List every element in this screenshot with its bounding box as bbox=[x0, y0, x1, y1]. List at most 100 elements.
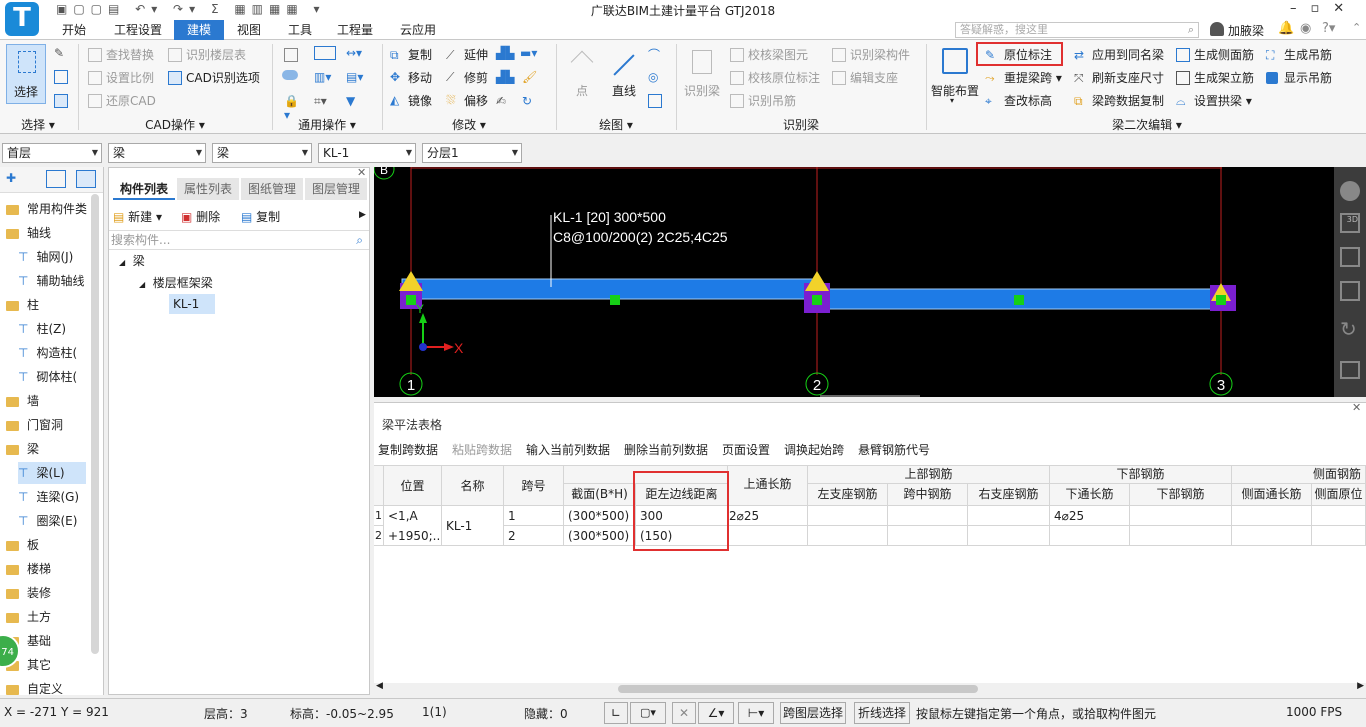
align-tool-icon[interactable]: ▬▾ bbox=[520, 46, 544, 60]
show-hanger-checkbox[interactable] bbox=[1266, 72, 1278, 84]
nav-item[interactable]: ⊤ 辅助轴线 bbox=[18, 270, 86, 292]
copy-button[interactable]: 复制 bbox=[408, 47, 432, 63]
tab-drawing-mgmt[interactable]: 图纸管理 bbox=[241, 178, 303, 200]
break-icon[interactable]: ▟▙ bbox=[496, 46, 514, 60]
delete-button[interactable]: ▣ 删除 bbox=[181, 208, 220, 225]
check-annotation-button[interactable]: 校核原位标注 bbox=[748, 70, 820, 86]
nav-item[interactable]: 土方 bbox=[6, 606, 90, 628]
check-beam-button[interactable]: 校核梁图元 bbox=[748, 47, 808, 63]
cell-top-continuous-2[interactable] bbox=[728, 526, 808, 546]
recognize-hanger-button[interactable]: 识别吊筋 bbox=[748, 93, 796, 109]
layer-icon[interactable] bbox=[284, 48, 298, 62]
chat-icon[interactable]: ◉ bbox=[1300, 21, 1311, 36]
nav-item[interactable]: 梁 bbox=[6, 438, 90, 460]
cell-left-support-2[interactable] bbox=[808, 526, 888, 546]
group-modify-label[interactable]: 修改 ▾ bbox=[384, 116, 554, 133]
filter-select-icon[interactable] bbox=[54, 94, 68, 108]
span-data-copy-button[interactable]: 梁跨数据复制 bbox=[1092, 93, 1164, 109]
sublayer-select[interactable]: 分层1 ▼ bbox=[422, 143, 522, 163]
cloud-icon[interactable] bbox=[282, 70, 298, 80]
tab-layer-mgmt[interactable]: 图层管理 bbox=[305, 178, 367, 200]
delete-column-button[interactable]: 删除当前列数据 bbox=[624, 441, 708, 458]
user-name[interactable]: 加腋梁 bbox=[1228, 22, 1264, 39]
category-select[interactable]: 梁 ▼ bbox=[108, 143, 206, 163]
input-column-button[interactable]: 输入当前列数据 bbox=[526, 441, 610, 458]
stretch-icon[interactable]: ▟▙ bbox=[496, 70, 514, 84]
pin-icon[interactable]: ✚ bbox=[6, 171, 16, 185]
move-button[interactable]: 移动 bbox=[408, 70, 432, 86]
nav-item[interactable]: ⊤ 轴网(J) bbox=[18, 246, 86, 268]
circle-icon[interactable]: ◎ bbox=[648, 70, 662, 84]
nav-item[interactable]: 自定义 bbox=[6, 678, 90, 700]
rotate-view-icon[interactable]: ↻ bbox=[1340, 317, 1357, 341]
batch-select-icon[interactable] bbox=[54, 70, 68, 84]
page-setup-button[interactable]: 页面设置 bbox=[722, 441, 770, 458]
offset-button[interactable]: 偏移 bbox=[464, 93, 488, 109]
nav-item[interactable]: ⊤ 连梁(G) bbox=[18, 486, 86, 508]
snap-off-toggle[interactable]: ✕ bbox=[672, 702, 696, 724]
apply-same-beam-button[interactable]: 应用到同名梁 bbox=[1092, 47, 1164, 63]
nav-item[interactable]: 装修 bbox=[6, 582, 90, 604]
refresh-support-button[interactable]: 刷新支座尺寸 bbox=[1092, 70, 1164, 86]
restore-cad-button[interactable]: 还原CAD bbox=[106, 93, 156, 109]
nav-item[interactable]: ⊤ 梁(L) bbox=[18, 462, 86, 484]
check-elevation-button[interactable]: 查改标高 bbox=[1004, 93, 1052, 109]
tab-project-settings[interactable]: 工程设置 bbox=[108, 20, 168, 40]
recognize-beam-button[interactable]: 识别梁 bbox=[682, 46, 722, 102]
help-search-input[interactable]: 答疑解惑，搜这里 ⌕ bbox=[955, 22, 1199, 38]
type-select[interactable]: 梁 ▼ bbox=[212, 143, 312, 163]
floor-select[interactable]: 首层 ▼ bbox=[2, 143, 102, 163]
nav-item[interactable]: ⊤ 砌体柱( bbox=[18, 366, 86, 388]
nav-item[interactable]: ⊤ 圈梁(E) bbox=[18, 510, 86, 532]
cell-bottom-continuous-2[interactable] bbox=[1050, 526, 1130, 546]
tree-group[interactable]: ◢ 楼层框架梁 bbox=[139, 274, 213, 291]
component-select[interactable]: KL-1 ▼ bbox=[318, 143, 416, 163]
smart-layout-button[interactable]: 智能布置 ▾ bbox=[930, 46, 980, 106]
brush-icon[interactable]: 🖌 bbox=[522, 70, 537, 84]
trim-button[interactable]: 修剪 bbox=[464, 70, 488, 86]
tab-cloud[interactable]: 云应用 bbox=[392, 20, 444, 40]
tab-modeling[interactable]: 建模 bbox=[174, 20, 224, 40]
copy-component-button[interactable]: ▤ 复制 bbox=[241, 208, 280, 225]
view-iso-icon[interactable] bbox=[1340, 281, 1360, 301]
mirror-button[interactable]: 镜像 bbox=[408, 93, 432, 109]
copy-span-data-button[interactable]: 复制跨数据 bbox=[378, 441, 438, 458]
offset-toggle[interactable]: ⊢▾ bbox=[738, 702, 774, 724]
nav-item[interactable]: 轴线 bbox=[6, 222, 90, 244]
recognize-floor-table-button[interactable]: 识别楼层表 bbox=[186, 47, 246, 63]
cell-span-1[interactable]: 1 bbox=[504, 506, 564, 526]
tab-property-list[interactable]: 属性列表 bbox=[177, 178, 239, 200]
user-avatar-icon[interactable] bbox=[1210, 22, 1224, 36]
view-3d-icon[interactable]: 3D bbox=[1340, 213, 1360, 233]
cell-top-continuous-1[interactable]: 2⌀25 bbox=[728, 506, 808, 526]
cantilever-code-button[interactable]: 悬臂钢筋代号 bbox=[858, 441, 930, 458]
rectangle-icon[interactable] bbox=[648, 94, 662, 108]
cell-right-support-2[interactable] bbox=[968, 526, 1050, 546]
cross-layer-select-button[interactable]: 跨图层选择 bbox=[780, 702, 846, 724]
cell-section-1[interactable]: (300*500) bbox=[564, 506, 636, 526]
pick-icon[interactable]: ✎ bbox=[54, 46, 68, 60]
display-settings-icon[interactable] bbox=[1340, 361, 1360, 379]
edit-icon[interactable]: ✍ bbox=[496, 94, 510, 108]
nav-item[interactable]: 楼梯 bbox=[6, 558, 90, 580]
cell-mid-span-1[interactable] bbox=[888, 506, 968, 526]
point-draw-button[interactable]: 点 bbox=[564, 46, 600, 102]
merge-icon[interactable]: ▤▾ bbox=[346, 70, 368, 84]
edit-support-button[interactable]: 编辑支座 bbox=[850, 70, 898, 86]
group-cad-label[interactable]: CAD操作 ▾ bbox=[80, 116, 270, 133]
nav-item[interactable]: 墙 bbox=[6, 390, 90, 412]
cell-mid-span-2[interactable] bbox=[888, 526, 968, 546]
group-general-label[interactable]: 通用操作 ▾ bbox=[274, 116, 380, 133]
horizontal-scrollbar[interactable]: ◀ ▶ bbox=[374, 681, 1366, 695]
copy-to-floor-icon[interactable] bbox=[314, 46, 336, 60]
tab-start[interactable]: 开始 bbox=[52, 20, 96, 40]
grid-view-icon[interactable] bbox=[76, 170, 96, 188]
paste-span-data-button[interactable]: 粘贴跨数据 bbox=[452, 441, 512, 458]
cell-bottom-continuous-1[interactable]: 4⌀25 bbox=[1050, 506, 1130, 526]
arc-icon[interactable]: ⌒ bbox=[648, 46, 662, 62]
window-controls[interactable]: –▫✕ bbox=[1290, 1, 1366, 16]
angle-toggle[interactable]: ∠▾ bbox=[698, 702, 734, 724]
set-arch-beam-button[interactable]: 设置拱梁 ▾ bbox=[1194, 93, 1252, 109]
gen-side-rebar-button[interactable]: 生成侧面筋 bbox=[1194, 47, 1254, 63]
nav-item[interactable]: 柱 bbox=[6, 294, 90, 316]
